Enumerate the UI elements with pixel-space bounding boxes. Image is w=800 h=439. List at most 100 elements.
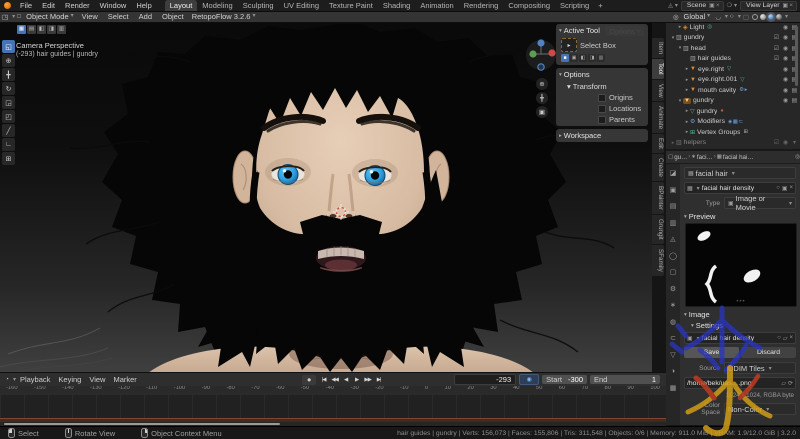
colorspace-selector[interactable]: Non-Color ▾ xyxy=(724,403,796,415)
auto-keyframe-toggle[interactable]: ◉ xyxy=(519,374,539,385)
outliner-row[interactable]: ▸ ▼ eye.right.001 ▽ ◉ ▤ xyxy=(666,75,800,86)
proportional-edit-icon[interactable]: ○ xyxy=(728,13,736,20)
save-button[interactable]: Save xyxy=(684,347,739,358)
properties-tab[interactable]: ▥ xyxy=(667,217,679,229)
outliner-row[interactable]: ▸ ▼ mouth cavity ⚙ ▸ ◉ ▤ xyxy=(666,85,800,96)
frame-end-field[interactable]: End 1 xyxy=(590,375,660,384)
pan-view-icon[interactable]: ╋ xyxy=(536,92,548,104)
fake-user-icon[interactable]: ○ xyxy=(776,185,780,191)
image-type-icon[interactable]: ▣ xyxy=(687,335,693,342)
collection-checkbox-icon[interactable]: ☑ xyxy=(773,139,780,146)
options-panel-header[interactable]: ▾ Options xyxy=(559,70,645,79)
overlays-icon[interactable]: ▢ xyxy=(741,13,751,21)
texture-preview[interactable]: ••• xyxy=(685,223,797,307)
hide-eye-icon[interactable]: ◉ xyxy=(782,87,789,94)
properties-tab[interactable]: ▢ xyxy=(667,266,679,278)
workspace-panel-header[interactable]: ▸ Workspace xyxy=(559,131,645,140)
properties-tab[interactable]: ▣ xyxy=(667,184,679,196)
workspace-tab[interactable]: Shading xyxy=(378,0,416,11)
sidebar-tab[interactable]: BPainter xyxy=(652,182,664,214)
workspace-tab[interactable]: UV Editing xyxy=(279,0,324,11)
mode-selector[interactable]: Object Mode ▾ xyxy=(23,11,77,22)
tool-button[interactable]: ╱ xyxy=(2,124,15,137)
texture-type-selector[interactable]: ▣ Image or Movie ▾ xyxy=(724,197,796,209)
hide-eye-icon[interactable]: ◉ xyxy=(782,139,789,146)
select-mode-button[interactable]: ◨ xyxy=(588,54,596,62)
properties-tab[interactable]: ◪ xyxy=(667,167,679,179)
retopoflow-tool-button[interactable]: ◨ xyxy=(47,25,56,34)
properties-tab[interactable]: ◑ xyxy=(667,365,679,377)
timeline-menu-item[interactable]: View xyxy=(85,375,109,384)
pin-icon[interactable]: ◎ xyxy=(795,154,800,160)
breadcrumb-object[interactable]: gu… xyxy=(674,154,687,161)
workspace-tab[interactable]: Modeling xyxy=(197,0,237,11)
zoom-view-icon[interactable]: ⊕ xyxy=(536,78,548,90)
workspace-tab[interactable]: Animation xyxy=(415,0,458,11)
select-mode-button[interactable]: ▥ xyxy=(597,54,605,62)
browse-file-icon[interactable]: ▱ xyxy=(781,380,786,387)
orientation-selector[interactable]: Global ▾ xyxy=(680,11,713,22)
collection-checkbox-icon[interactable]: ☑ xyxy=(773,45,780,52)
editor-splitter[interactable] xyxy=(666,149,800,151)
breadcrumb-particles[interactable]: faci… xyxy=(697,154,713,161)
timeline-menu-item[interactable]: Playback xyxy=(16,375,54,384)
retopoflow-tool-button[interactable]: ▥ xyxy=(57,25,66,34)
settings-panel-header[interactable]: ▾ Settings xyxy=(691,321,796,330)
image-name-value[interactable]: facial hair density xyxy=(702,335,776,342)
tool-button[interactable]: ⊞ xyxy=(2,152,15,165)
disable-render-camera-icon[interactable]: ▤ xyxy=(791,97,798,104)
image-panel-header[interactable]: ▾ Image xyxy=(684,310,796,319)
properties-tab[interactable]: ∗ xyxy=(667,299,679,311)
sidebar-tab[interactable]: Tool xyxy=(652,59,664,79)
sidebar-tab[interactable]: SFamily xyxy=(652,245,664,276)
outliner-row[interactable]: ▾ ▥ head ☑ ◉ ▤ xyxy=(666,43,800,54)
remove-view-layer-icon[interactable]: × xyxy=(788,2,794,9)
shading-rendered-icon[interactable] xyxy=(776,14,782,20)
select-mode-button[interactable]: ◧ xyxy=(579,54,587,62)
hide-eye-icon[interactable]: ◉ xyxy=(782,24,789,31)
select-mode-button[interactable]: ■ xyxy=(561,54,569,62)
hide-eye-icon[interactable]: ◉ xyxy=(782,45,789,52)
shading-dropdown-icon[interactable]: ▾ xyxy=(785,13,788,20)
playback-button[interactable]: ▶▶ xyxy=(362,377,373,383)
transform-subpanel-header[interactable]: ▾ Transform xyxy=(567,82,645,91)
outliner-row[interactable]: ▸ ⊞ Vertex Groups ⊞ xyxy=(666,127,800,138)
sidebar-tab[interactable]: Animate xyxy=(652,102,664,133)
shading-material-icon[interactable] xyxy=(768,14,774,20)
playback-button[interactable]: ▶| xyxy=(373,377,384,383)
browse-texture-icon[interactable]: ▾ xyxy=(697,185,700,192)
add-workspace-button[interactable]: + xyxy=(594,1,606,10)
resize-handle-icon[interactable]: ••• xyxy=(736,299,745,305)
menu-item[interactable]: Edit xyxy=(37,0,60,11)
sidebar-tab[interactable]: Edit xyxy=(652,134,664,153)
properties-tab[interactable]: ◯ xyxy=(667,250,679,262)
properties-tab[interactable]: ⊂ xyxy=(667,332,679,344)
viewport-menu-item[interactable]: View xyxy=(77,11,103,22)
retopoflow-menu[interactable]: RetopoFlow 3.2.6 ▾ xyxy=(189,11,259,22)
timeline-ruler[interactable]: -160-150-140-130-120-110-100-90-80-70-60… xyxy=(0,385,666,395)
texture-icon[interactable]: ▦ xyxy=(717,154,722,160)
new-texture-icon[interactable]: ▣ xyxy=(782,185,788,192)
particles-icon[interactable]: ∗ xyxy=(691,154,696,160)
retopoflow-tool-button[interactable]: ▤ xyxy=(27,25,36,34)
unlink-image-icon[interactable]: × xyxy=(789,335,793,341)
outliner-row[interactable]: ▸ ⚙ Modifiers ◈ ▦ ⊂ xyxy=(666,117,800,128)
filepath-value[interactable]: /home/bek/uas….png xyxy=(687,380,779,387)
outliner-row[interactable]: ▾ ▥ gundry ☑ ◉ ▤ xyxy=(666,33,800,44)
viewport-menu-item[interactable]: Add xyxy=(134,11,157,22)
timeline-editor-icon[interactable]: ◔ xyxy=(3,376,11,383)
checkbox[interactable] xyxy=(598,105,606,113)
disable-render-camera-icon[interactable]: ▤ xyxy=(791,87,798,94)
filepath-field[interactable]: /home/bek/uas….png ▱ ⟳ xyxy=(684,377,796,389)
unlink-texture-icon[interactable]: × xyxy=(789,185,793,191)
timeline-track-area[interactable] xyxy=(0,395,666,418)
menu-item[interactable]: Render xyxy=(60,0,95,11)
snap-magnet-icon[interactable]: ◡ xyxy=(713,13,723,21)
tool-button[interactable]: ╋ xyxy=(2,68,15,81)
texture-datablock-field[interactable]: ▦ ▾ facial hair density ○ ▣ × xyxy=(684,182,796,194)
blender-logo-icon[interactable] xyxy=(4,2,11,9)
current-frame-field[interactable]: -293 xyxy=(454,374,516,385)
checkbox[interactable] xyxy=(598,116,606,124)
playback-button[interactable]: |◀ xyxy=(318,377,329,383)
reload-image-icon[interactable]: ⟳ xyxy=(788,380,793,387)
